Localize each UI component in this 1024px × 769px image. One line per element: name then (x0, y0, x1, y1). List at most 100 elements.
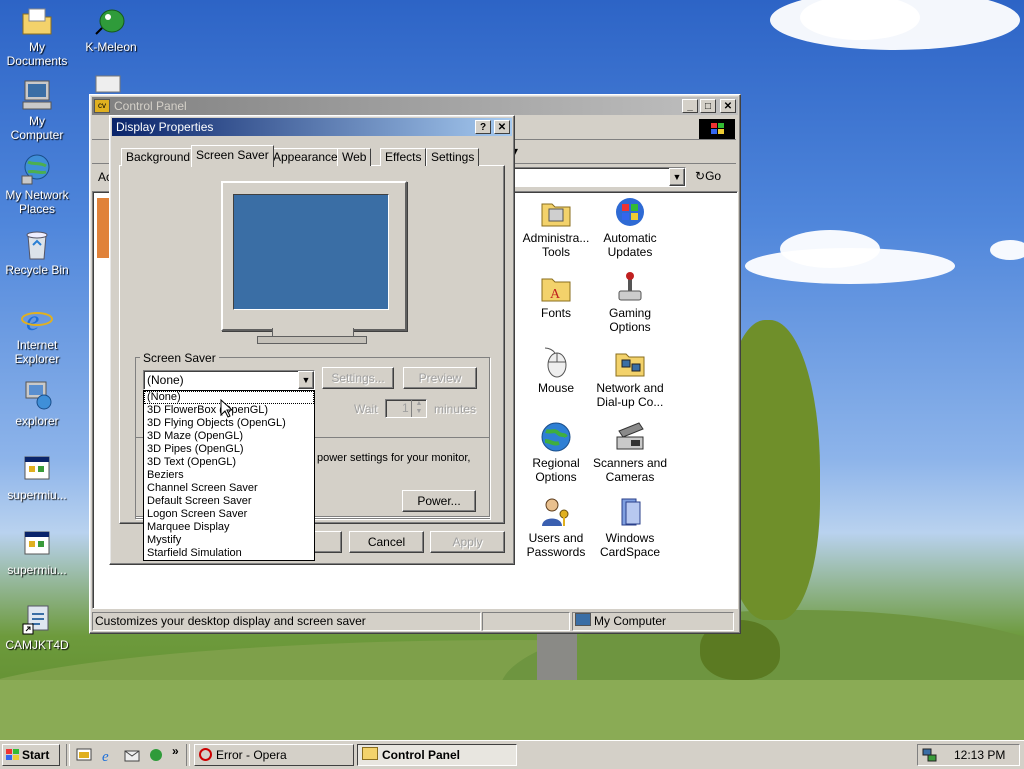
status-text: Customizes your desktop display and scre… (92, 612, 481, 631)
task-error-opera[interactable]: Error - Opera (194, 744, 354, 766)
screensaver-select[interactable]: (None) ▼ (143, 370, 315, 390)
desktop-icon-supermiu-1[interactable]: supermiu... (0, 452, 74, 502)
cp-item-automatic-updates[interactable]: Automatic Updates (587, 196, 673, 259)
tab-appearance[interactable]: Appearance (268, 148, 343, 166)
go-button[interactable]: ↻Go (695, 169, 721, 183)
desktop-icon-my-computer[interactable]: My Computer (0, 78, 74, 142)
chevron-down-icon: ▼ (301, 375, 311, 385)
dropdown-option[interactable]: 3D Text (OpenGL) (144, 456, 314, 469)
tab-background[interactable]: Background (121, 148, 196, 166)
k-meleon-icon (94, 4, 128, 38)
cloud (990, 240, 1024, 260)
start-button[interactable]: Start (2, 744, 60, 766)
monitor-base (257, 336, 367, 344)
dialog-close-button[interactable]: ✕ (494, 120, 510, 134)
address-dropdown-button[interactable]: ▼ (669, 168, 685, 186)
address-input[interactable]: ▼ (512, 167, 686, 187)
dropdown-option[interactable]: Logon Screen Saver (144, 508, 314, 521)
windows-flag-icon (6, 747, 20, 760)
maximize-button[interactable]: □ (700, 99, 716, 113)
shortcut-tool-icon (20, 602, 54, 636)
control-panel-icon: cv (94, 99, 110, 113)
minutes-label: minutes (434, 402, 477, 416)
cp-item-gaming-options[interactable]: Gaming Options (587, 271, 673, 334)
opera-icon (199, 748, 212, 761)
network-folder-icon (613, 346, 647, 378)
windows-throbber-icon (699, 119, 735, 139)
svg-text:e: e (102, 749, 109, 763)
taskbar-divider (66, 744, 70, 766)
system-tray: 12:13 PM (917, 744, 1020, 766)
folder-documents-icon (20, 4, 54, 38)
network-tray-icon[interactable] (922, 747, 938, 763)
internet-explorer-quicklaunch-icon[interactable]: e (100, 747, 116, 765)
desktop-icon-explorer[interactable]: explorer (0, 378, 74, 428)
clock[interactable]: 12:13 PM (954, 748, 1005, 762)
joystick-icon (613, 271, 647, 303)
scanner-icon (613, 421, 647, 453)
control-panel-folder-icon (362, 747, 378, 760)
mouse-icon (539, 346, 573, 378)
help-button[interactable]: ? (475, 120, 491, 134)
svg-text:A: A (550, 287, 561, 302)
application-icon (20, 452, 54, 486)
status-bar: Customizes your desktop display and scre… (92, 611, 736, 631)
desktop-icon-supermiu-2[interactable]: supermiu... (0, 527, 74, 577)
wait-spinner[interactable]: 1 ▲ ▼ (385, 399, 427, 418)
meadow (0, 680, 1024, 740)
close-button[interactable]: ✕ (720, 99, 736, 113)
cp-item-scanners-cameras[interactable]: Scanners and Cameras (587, 421, 673, 484)
my-computer-small-icon (575, 613, 591, 626)
settings-button[interactable]: Settings... (322, 367, 394, 389)
recycle-bin-icon (20, 227, 54, 261)
dropdown-option[interactable]: 3D Pipes (OpenGL) (144, 443, 314, 456)
network-globe-icon (20, 152, 54, 186)
dropdown-option[interactable]: Marquee Display (144, 521, 314, 534)
tab-effects[interactable]: Effects (380, 148, 427, 166)
fonts-folder-icon: A (539, 271, 573, 303)
tab-web[interactable]: Web (337, 148, 372, 166)
apply-button[interactable]: Apply (430, 531, 505, 553)
cp-item-windows-cardspace[interactable]: Windows CardSpace (587, 496, 673, 559)
k-meleon-quicklaunch-icon[interactable] (148, 747, 164, 763)
status-zone: My Computer (572, 612, 734, 631)
mouse-cursor-icon (220, 398, 234, 422)
show-desktop-icon[interactable] (76, 747, 92, 763)
cloud (780, 230, 880, 268)
dropdown-option[interactable]: Default Screen Saver (144, 495, 314, 508)
quicklaunch-overflow-icon[interactable]: » (172, 744, 179, 758)
dropdown-option[interactable]: Channel Screen Saver (144, 482, 314, 495)
task-control-panel[interactable]: Control Panel (357, 744, 517, 766)
desktop-icon-my-documents[interactable]: My Documents (0, 4, 74, 68)
monitor-preview (221, 181, 407, 331)
go-arrow-icon: ↻ (695, 169, 706, 183)
desktop-icon-my-network-places[interactable]: My Network Places (0, 152, 74, 216)
computer-icon (20, 78, 54, 112)
power-button[interactable]: Power... (402, 490, 476, 512)
minimize-button[interactable]: _ (682, 99, 698, 113)
desktop-icon-camjkt4d[interactable]: CAMJKT4D (0, 602, 74, 652)
spinner-arrows-icon[interactable]: ▲ ▼ (411, 400, 426, 417)
screensaver-group-label: Screen Saver (140, 351, 219, 365)
desktop-icon-internet-explorer[interactable]: e Internet Explorer (0, 302, 74, 366)
desktop-icon-recycle-bin[interactable]: Recycle Bin (0, 227, 74, 277)
dropdown-option[interactable]: 3D Maze (OpenGL) (144, 430, 314, 443)
control-panel-titlebar: cv Control Panel _ □ ✕ (92, 97, 738, 115)
cp-item-network-dialup[interactable]: Network and Dial-up Co... (587, 346, 673, 409)
windows-logo-icon (613, 196, 647, 228)
desktop-icon-k-meleon[interactable]: K-Meleon (74, 4, 148, 54)
tab-screen-saver[interactable]: Screen Saver (191, 145, 274, 167)
tab-settings[interactable]: Settings (426, 148, 480, 166)
globe-icon (539, 421, 573, 453)
dropdown-option[interactable]: Starfield Simulation (144, 547, 314, 560)
outlook-express-icon[interactable] (124, 747, 140, 763)
users-icon (539, 496, 573, 528)
dropdown-option[interactable]: Beziers (144, 469, 314, 482)
application-icon (20, 527, 54, 561)
preview-button[interactable]: Preview (403, 367, 477, 389)
screensaver-dropdown-button[interactable]: ▼ (298, 371, 314, 389)
taskbar: Start e » Error - Opera Control Panel 12… (0, 740, 1024, 769)
cancel-button[interactable]: Cancel (349, 531, 424, 553)
taskbar-divider (186, 744, 190, 766)
dropdown-option[interactable]: Mystify (144, 534, 314, 547)
